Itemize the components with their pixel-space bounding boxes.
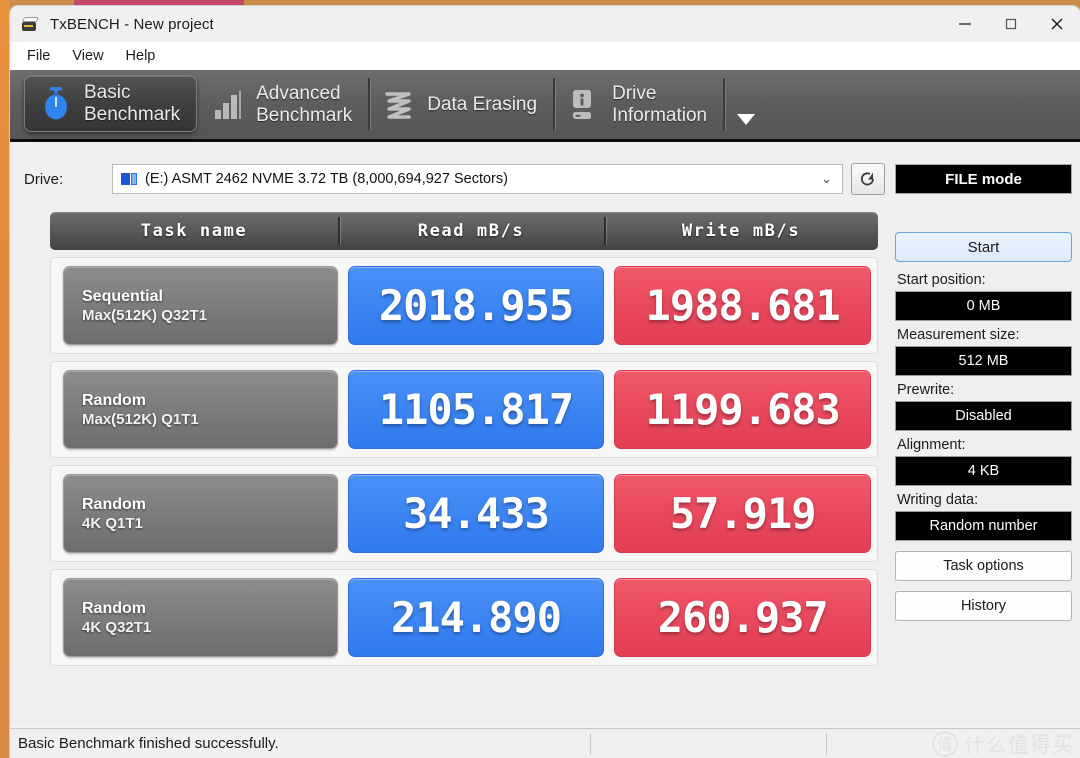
drive-label: Drive: (24, 170, 64, 188)
task-name-line1: Random (82, 599, 146, 617)
watermark-text: 什么值得买 (964, 732, 1074, 757)
refresh-button[interactable] (851, 163, 885, 195)
measurement-size-label: Measurement size: (897, 327, 1020, 343)
status-panel-2 (591, 729, 826, 758)
shredder-icon (382, 86, 416, 124)
chevron-down-icon (737, 114, 756, 125)
history-button[interactable]: History (895, 591, 1072, 621)
task-name-line2: 4K Q1T1 (82, 514, 143, 532)
task-name-line2: 4K Q32T1 (82, 618, 152, 636)
menu-item-help[interactable]: Help (115, 45, 167, 67)
writing-data-label: Writing data: (897, 492, 979, 508)
tab-basic-benchmark[interactable]: Basic Benchmark (24, 75, 198, 132)
start-position-value[interactable]: 0 MB (895, 291, 1072, 321)
chevron-down-icon: ⌄ (821, 171, 832, 186)
stopwatch-icon (39, 85, 73, 123)
task-name-cell: Random 4K Q1T1 (63, 474, 338, 553)
start-position-label: Start position: (897, 272, 986, 288)
drive-info-icon (567, 86, 601, 124)
alignment-label: Alignment: (897, 437, 966, 453)
title-bar: TxBENCH - New project (10, 6, 1080, 42)
drive-select[interactable]: (E:) ASMT 2462 NVME 3.72 TB (8,000,694,9… (112, 164, 843, 194)
menu-bar: File View Help (10, 42, 1080, 70)
task-name-cell: Sequential Max(512K) Q32T1 (63, 266, 338, 345)
column-header-read: Read mB/s (338, 212, 604, 250)
column-header-task: Task name (140, 221, 248, 241)
minimize-icon[interactable] (942, 6, 988, 42)
prewrite-label: Prewrite: (897, 382, 955, 398)
results-table: Task name Read mB/s Write mB/s Sequentia… (50, 212, 878, 666)
watermark: 值 什么值得买 (932, 729, 1074, 758)
measurement-size-value[interactable]: 512 MB (895, 346, 1072, 376)
bar-chart-icon (211, 86, 245, 124)
writing-data-value[interactable]: Random number (895, 511, 1072, 541)
watermark-mark: 值 (932, 730, 958, 757)
main-content: Drive: (E:) ASMT 2462 NVME 3.72 TB (8,00… (10, 142, 1080, 726)
table-row: Random Max(512K) Q1T1 1105.817 1199.683 (50, 361, 878, 458)
status-bar: Basic Benchmark finished successfully. 值… (10, 728, 1080, 758)
txbench-window: TxBENCH - New project File View Help Bas… (10, 6, 1080, 758)
status-panel-3: 值 什么值得买 (827, 729, 1080, 758)
tab-data-erasing[interactable]: Data Erasing (368, 70, 553, 139)
drive-volume-icon (121, 172, 138, 186)
table-row: Random 4K Q32T1 214.890 260.937 (50, 569, 878, 666)
task-name-line2: Max(512K) Q1T1 (82, 410, 199, 428)
write-value-cell: 57.919 (614, 474, 872, 553)
tab-basic-benchmark-label: Basic Benchmark (84, 81, 181, 125)
tab-data-erasing-label: Data Erasing (427, 93, 538, 115)
close-icon[interactable] (1034, 6, 1080, 42)
table-row: Random 4K Q1T1 34.433 57.919 (50, 465, 878, 562)
maximize-icon[interactable] (988, 6, 1034, 42)
options-sidebar: FILE mode Start Start position: 0 MB Mea… (895, 142, 1080, 726)
menu-item-file[interactable]: File (16, 45, 61, 67)
task-options-button[interactable]: Task options (895, 551, 1072, 581)
tab-advanced-benchmark[interactable]: Advanced Benchmark (197, 70, 368, 139)
alignment-value[interactable]: 4 KB (895, 456, 1072, 486)
column-header-write: Write mB/s (604, 212, 878, 250)
read-value-cell: 34.433 (347, 474, 605, 553)
tab-drive-information-label: Drive Information (612, 82, 708, 126)
drive-select-value: (E:) ASMT 2462 NVME 3.72 TB (8,000,694,9… (145, 171, 508, 187)
tab-strip: Basic Benchmark Advanced Benchmark Data … (10, 70, 1080, 142)
start-button[interactable]: Start (895, 232, 1072, 262)
task-name-cell: Random 4K Q32T1 (63, 578, 338, 657)
background-window-strip (0, 0, 10, 758)
menu-item-view[interactable]: View (61, 45, 114, 67)
task-name-line1: Random (82, 495, 146, 513)
window-title: TxBENCH - New project (50, 15, 214, 33)
left-column: Drive: (E:) ASMT 2462 NVME 3.72 TB (8,00… (10, 142, 895, 726)
tab-drive-information[interactable]: Drive Information (553, 70, 723, 139)
status-message: Basic Benchmark finished successfully. (18, 735, 279, 752)
task-name-line1: Sequential (82, 287, 163, 305)
read-value-cell: 214.890 (347, 578, 605, 657)
tab-advanced-benchmark-label: Advanced Benchmark (256, 82, 353, 126)
drive-selector-row: Drive: (E:) ASMT 2462 NVME 3.72 TB (8,00… (24, 163, 895, 195)
task-name-line2: Max(512K) Q32T1 (82, 306, 208, 324)
write-value-cell: 1199.683 (614, 370, 872, 449)
task-name-line1: Random (82, 391, 146, 409)
read-value-cell: 1105.817 (347, 370, 605, 449)
write-value-cell: 260.937 (614, 578, 872, 657)
read-value-cell: 2018.955 (347, 266, 605, 345)
drive-icon (21, 16, 40, 32)
prewrite-value[interactable]: Disabled (895, 401, 1072, 431)
tab-overflow-button[interactable] (723, 70, 769, 139)
table-row: Sequential Max(512K) Q32T1 2018.955 1988… (50, 257, 878, 354)
window-controls (942, 6, 1080, 42)
write-value-cell: 1988.681 (614, 266, 872, 345)
refresh-icon (860, 172, 874, 186)
screen: TxBENCH - New project File View Help Bas… (0, 0, 1080, 758)
table-header-row: Task name Read mB/s Write mB/s (50, 212, 878, 250)
task-name-cell: Random Max(512K) Q1T1 (63, 370, 338, 449)
file-mode-badge[interactable]: FILE mode (895, 164, 1072, 194)
